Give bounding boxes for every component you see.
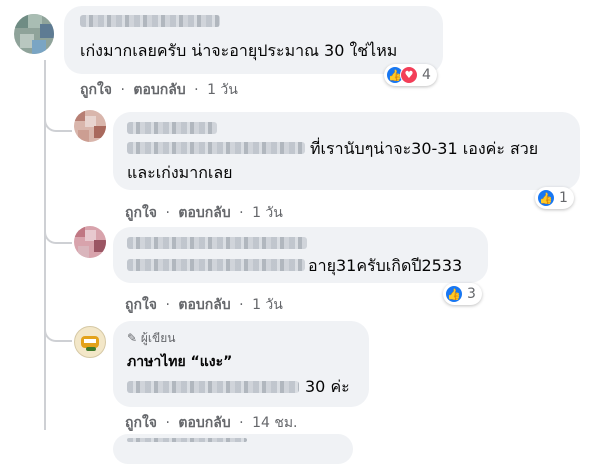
timestamp[interactable]: 14 ชม.	[252, 415, 297, 431]
comment-actions: ถูกใจ · ตอบกลับ · 14 ชม.	[125, 415, 298, 431]
blurred-text	[127, 438, 247, 442]
reply-button[interactable]: ตอบกลับ	[178, 297, 230, 313]
thread-connector	[44, 110, 72, 132]
reply-button[interactable]: ตอบกลับ	[178, 415, 230, 431]
comment-bubble: เก่งมากเลยครับ น่าจะอายุประมาณ 30 ใช่ไหม	[64, 6, 443, 74]
comment-text: เก่งมากเลยครับ น่าจะอายุประมาณ 30 ใช่ไหม	[80, 41, 398, 60]
timestamp[interactable]: 1 วัน	[252, 205, 283, 221]
love-icon: ♥	[400, 66, 418, 84]
like-button[interactable]: ถูกใจ	[125, 205, 157, 221]
author-name[interactable]: ภาษาไทย “แงะ”	[127, 351, 232, 373]
thread-connector	[44, 320, 72, 342]
reaction-count: 3	[467, 286, 476, 302]
comment-actions: ถูกใจ · ตอบกลับ · 1 วัน	[125, 297, 283, 313]
reply-button[interactable]: ตอบกลับ	[133, 82, 185, 98]
like-button[interactable]: ถูกใจ	[125, 415, 157, 431]
comment-text: ที่เรานับๆน่าจะ30-31 เองค่ะ สวย	[310, 139, 539, 158]
thread-line	[44, 60, 46, 140]
comment-text: 30 ค่ะ	[305, 377, 350, 396]
reply-button[interactable]: ตอบกลับ	[178, 205, 230, 221]
comment-bubble: ✎ ผู้เขียน ภาษาไทย “แงะ” 30 ค่ะ	[113, 321, 369, 407]
blurred-text	[127, 259, 305, 271]
author-name[interactable]	[80, 15, 220, 27]
comment-actions: ถูกใจ · ตอบกลับ · 1 วัน	[80, 82, 238, 98]
reaction-summary[interactable]: 👍 ♥ 4	[384, 64, 437, 86]
next-comment-bubble	[113, 434, 353, 464]
page-avatar[interactable]	[74, 326, 106, 358]
comment-actions: ถูกใจ · ตอบกลับ · 1 วัน	[125, 205, 283, 221]
avatar[interactable]	[74, 110, 106, 142]
like-icon: 👍	[445, 285, 463, 303]
thread-line	[44, 130, 46, 430]
comment-bubble: ที่เรานับๆน่าจะ30-31 เองค่ะ สวย และเก่งม…	[113, 112, 580, 190]
like-button[interactable]: ถูกใจ	[80, 82, 112, 98]
reaction-count: 1	[559, 190, 568, 206]
author-badge: ✎ ผู้เขียน	[127, 331, 176, 345]
comment-text: และเก่งมากเลย	[127, 163, 233, 182]
reaction-summary[interactable]: 👍 1	[535, 187, 574, 209]
author-name[interactable]	[127, 237, 307, 249]
pencil-icon: ✎	[127, 331, 138, 345]
comment-text: อายุ31ครับเกิดปี2533	[308, 256, 463, 275]
like-button[interactable]: ถูกใจ	[125, 297, 157, 313]
timestamp[interactable]: 1 วัน	[252, 297, 283, 313]
thread-connector	[44, 222, 72, 244]
avatar[interactable]	[14, 14, 54, 54]
reaction-count: 4	[422, 67, 431, 83]
reaction-summary[interactable]: 👍 3	[443, 283, 482, 305]
blurred-text	[127, 381, 299, 393]
like-icon: 👍	[537, 189, 555, 207]
comment-bubble: อายุ31ครับเกิดปี2533	[113, 227, 488, 283]
author-name[interactable]	[127, 122, 217, 134]
avatar[interactable]	[74, 226, 106, 258]
blurred-text	[127, 142, 305, 154]
timestamp[interactable]: 1 วัน	[207, 82, 238, 98]
